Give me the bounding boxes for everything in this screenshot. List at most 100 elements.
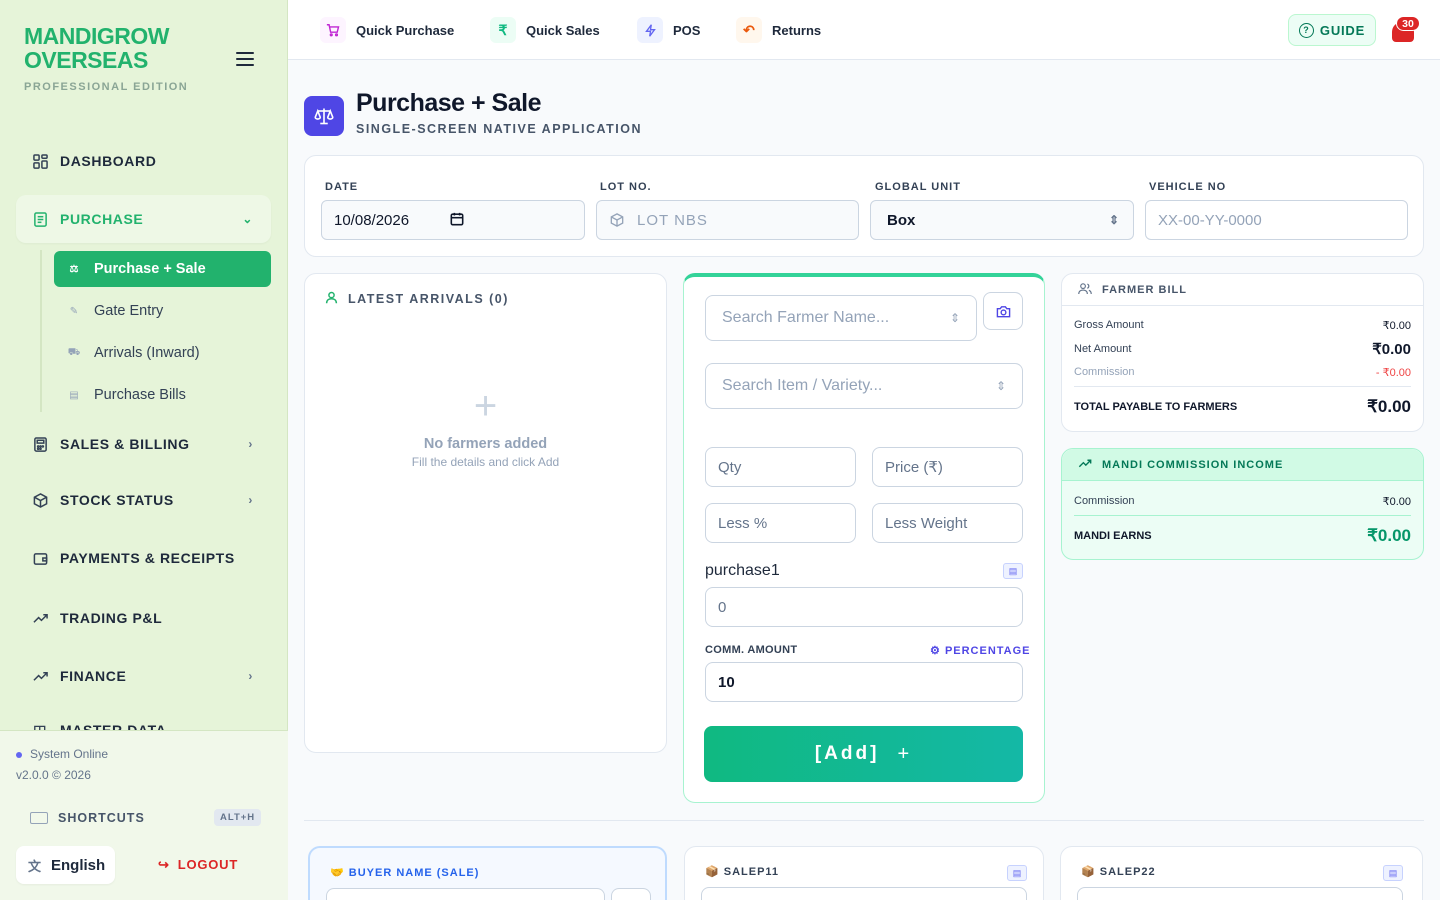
- subnav-arrivals-label: Arrivals (Inward): [94, 345, 200, 361]
- scale-icon: [304, 96, 344, 136]
- grid-icon: [32, 153, 48, 169]
- subnav-purchase-bills-label: Purchase Bills: [94, 387, 186, 403]
- package-icon: [32, 492, 48, 508]
- buyer-action-button[interactable]: [611, 888, 651, 900]
- buyer-card: 🤝 BUYER NAME (SALE): [308, 846, 667, 900]
- lightning-icon: [637, 17, 663, 43]
- trash-icon[interactable]: ▤: [1383, 865, 1403, 881]
- shortcut-key-badge: ALT+H: [214, 809, 262, 826]
- language-switcher[interactable]: 文 English: [16, 846, 115, 884]
- divider: [1074, 386, 1411, 387]
- farmer-search-select[interactable]: Search Farmer Name... ⇕: [705, 295, 977, 341]
- qty-placeholder: Qty: [718, 458, 742, 476]
- mandi-commission-title: MANDI COMMISSION INCOME: [1102, 458, 1284, 471]
- brand-logo[interactable]: MANDIGROW OVERSEAS: [24, 24, 169, 72]
- scale-icon: ⚖: [69, 263, 79, 275]
- select-arrows-icon: ⇕: [1108, 213, 1119, 227]
- trash-icon[interactable]: ▤: [1007, 865, 1027, 881]
- returns-button[interactable]: ↶ Returns: [736, 16, 821, 44]
- vehicle-placeholder: XX-00-YY-0000: [1158, 211, 1262, 229]
- settings-icon: ⚙: [930, 645, 941, 657]
- vehicle-input[interactable]: XX-00-YY-0000: [1145, 200, 1408, 240]
- nav-finance[interactable]: FINANCE ›: [16, 653, 271, 699]
- nav-sales-billing[interactable]: SALES & BILLING ›: [16, 421, 271, 467]
- system-status: System Online: [16, 747, 108, 761]
- user-icon: [325, 291, 338, 307]
- quick-sales-label: Quick Sales: [526, 22, 600, 38]
- less-percent-input[interactable]: Less %: [705, 503, 856, 543]
- farmer-search-placeholder: Search Farmer Name...: [722, 309, 890, 326]
- subnav-purchase-sale-label: Purchase + Sale: [94, 261, 206, 277]
- nav-trading-label: TRADING P&L: [60, 610, 163, 626]
- purchase-field-label: purchase1: [705, 562, 780, 579]
- sale-card-1-input[interactable]: [701, 887, 1027, 900]
- empty-state-title: No farmers added: [423, 436, 548, 452]
- add-button[interactable]: [Add] +: [704, 726, 1023, 782]
- plus-icon: +: [897, 742, 913, 765]
- unit-select[interactable]: Box ⇕: [870, 200, 1134, 240]
- vehicle-label: VEHICLE NO: [1149, 181, 1227, 193]
- brand-line-2: OVERSEAS: [24, 47, 148, 73]
- quick-sales-button[interactable]: ₹ Quick Sales: [490, 16, 600, 44]
- shortcuts-label: SHORTCUTS: [58, 811, 145, 825]
- chevron-right-icon: ›: [248, 437, 253, 451]
- total-payable-value: ₹0.00: [1367, 397, 1411, 416]
- subnav-purchase-bills[interactable]: ▤ Purchase Bills: [54, 377, 271, 413]
- item-search-select[interactable]: Search Item / Variety... ⇕: [705, 363, 1023, 409]
- price-input[interactable]: Price (₹): [872, 447, 1023, 487]
- nav-trading-pl[interactable]: TRADING P&L: [16, 595, 271, 641]
- trending-up-icon: [32, 610, 48, 626]
- mandi-earns-label: MANDI EARNS: [1074, 530, 1152, 542]
- commission-mode-toggle[interactable]: ⚙ PERCENTAGE: [930, 644, 1031, 657]
- pos-button[interactable]: POS: [637, 16, 700, 44]
- translate-icon: 文: [28, 858, 42, 874]
- subnav-gate-entry[interactable]: ✎ Gate Entry: [54, 293, 271, 329]
- purchase-value: 0: [718, 598, 727, 616]
- subnav-arrivals[interactable]: ⛟ Arrivals (Inward): [54, 335, 271, 371]
- nav-purchase[interactable]: PURCHASE ⌄: [16, 195, 271, 243]
- date-input[interactable]: 10/08/2026: [321, 200, 585, 240]
- page-subtitle: SINGLE-SCREEN NATIVE APPLICATION: [356, 122, 642, 136]
- commission-input[interactable]: 10: [705, 662, 1023, 702]
- buyer-name-input[interactable]: [326, 888, 605, 900]
- trash-icon[interactable]: ▤: [1003, 563, 1023, 579]
- shortcuts-button[interactable]: SHORTCUTS: [30, 811, 145, 825]
- nav-master-label: MASTER DATA: [60, 722, 167, 730]
- guide-label: GUIDE: [1319, 22, 1366, 38]
- buyer-title: 🤝 BUYER NAME (SALE): [330, 867, 480, 879]
- notifications-button[interactable]: 30: [1392, 16, 1420, 42]
- empty-state-subtitle: Fill the details and click Add: [411, 455, 560, 469]
- nav-master-data[interactable]: ◫ MASTER DATA: [16, 712, 271, 731]
- guide-button[interactable]: ? GUIDE: [1288, 14, 1376, 46]
- quick-purchase-button[interactable]: Quick Purchase: [320, 16, 454, 44]
- logout-label: LOGOUT: [177, 857, 239, 872]
- nav-payments[interactable]: PAYMENTS & RECEIPTS: [16, 535, 271, 581]
- calendar-icon[interactable]: [450, 212, 464, 230]
- quick-purchase-label: Quick Purchase: [356, 22, 455, 38]
- camera-button[interactable]: [983, 292, 1023, 330]
- nav-stock-status[interactable]: STOCK STATUS ›: [16, 477, 271, 523]
- menu-toggle-icon[interactable]: [236, 52, 254, 66]
- status-dot-icon: [16, 751, 22, 758]
- trending-up-icon: [1078, 457, 1092, 473]
- commission-deduction-value: - ₹0.00: [1375, 367, 1411, 379]
- purchase-value-input[interactable]: 0: [705, 587, 1023, 627]
- commission-mode-label: PERCENTAGE: [944, 645, 1031, 657]
- subnav-purchase-sale[interactable]: ⚖ Purchase + Sale: [54, 251, 271, 287]
- total-payable-label: TOTAL PAYABLE TO FARMERS: [1074, 401, 1238, 413]
- sale-card-2-input[interactable]: [1077, 887, 1403, 900]
- logout-button[interactable]: ↪ LOGOUT: [158, 857, 238, 873]
- lot-placeholder: LOT NBS: [637, 211, 708, 229]
- less-weight-input[interactable]: Less Weight: [872, 503, 1023, 543]
- wallet-icon: [32, 550, 48, 566]
- qty-input[interactable]: Qty: [705, 447, 856, 487]
- arrivals-card: LATEST ARRIVALS (0) + No farmers added F…: [304, 273, 667, 753]
- section-divider: [304, 820, 1424, 821]
- database-icon: ◫: [33, 721, 47, 731]
- trending-up-icon: [32, 668, 48, 684]
- date-value: 10/08/2026: [334, 211, 410, 229]
- returns-label: Returns: [772, 22, 822, 38]
- calculator-icon: [32, 436, 48, 452]
- nav-dashboard[interactable]: DASHBOARD: [16, 138, 271, 184]
- lot-input[interactable]: LOT NBS: [596, 200, 859, 240]
